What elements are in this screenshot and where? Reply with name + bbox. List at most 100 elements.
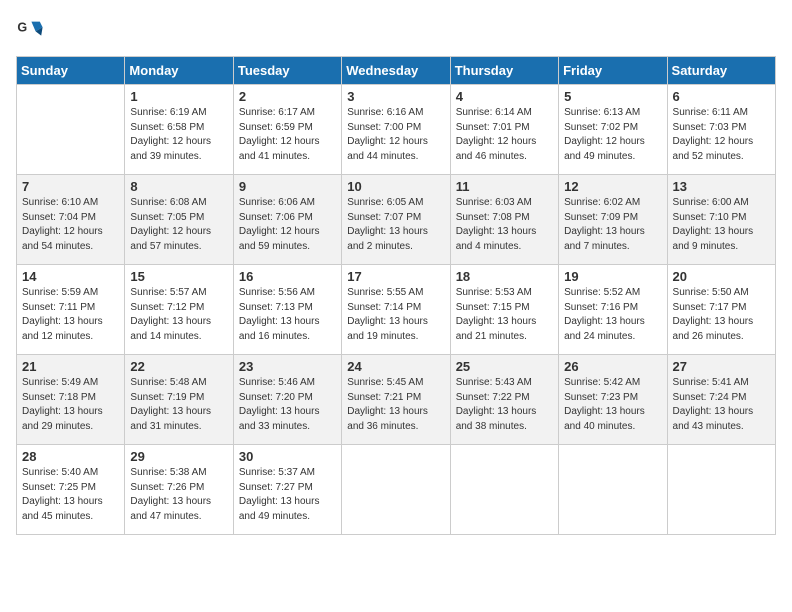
day-info: Sunrise: 5:43 AM Sunset: 7:22 PM Dayligh… xyxy=(456,376,553,434)
day-info: Sunrise: 5:56 AM Sunset: 7:13 PM Dayligh… xyxy=(239,286,336,344)
calendar-cell: 7Sunrise: 6:10 AM Sunset: 7:04 PM Daylig… xyxy=(17,175,125,265)
calendar-cell: 15Sunrise: 5:57 AM Sunset: 7:12 PM Dayli… xyxy=(125,265,233,355)
day-number: 5 xyxy=(564,89,661,104)
calendar-cell xyxy=(667,445,775,535)
calendar-cell xyxy=(559,445,667,535)
day-info: Sunrise: 5:45 AM Sunset: 7:21 PM Dayligh… xyxy=(347,376,444,434)
day-info: Sunrise: 5:52 AM Sunset: 7:16 PM Dayligh… xyxy=(564,286,661,344)
calendar-header-row: SundayMondayTuesdayWednesdayThursdayFrid… xyxy=(17,57,776,85)
calendar-week-row: 21 Sunrise: 5:49 AM Sunset: 7:18 PM Dayli… xyxy=(17,355,776,445)
calendar-cell: 14Sunrise: 5:59 AM Sunset: 7:11 PM Dayli… xyxy=(17,265,125,355)
day-info: Sunrise: 5:59 AM Sunset: 7:11 PM Dayligh… xyxy=(22,286,119,344)
day-info: Sunrise: 6:13 AM Sunset: 7:02 PM Dayligh… xyxy=(564,106,661,164)
day-number: 27 xyxy=(673,359,770,374)
day-info: Sunrise: 5:50 AM Sunset: 7:17 PM Dayligh… xyxy=(673,286,770,344)
day-number: 26 xyxy=(564,359,661,374)
day-number: 18 xyxy=(456,269,553,284)
col-header-sunday: Sunday xyxy=(17,57,125,85)
calendar-cell xyxy=(450,445,558,535)
day-number: 10 xyxy=(347,179,444,194)
col-header-friday: Friday xyxy=(559,57,667,85)
day-info: Sunrise: 5:55 AM Sunset: 7:14 PM Dayligh… xyxy=(347,286,444,344)
col-header-wednesday: Wednesday xyxy=(342,57,450,85)
calendar-cell: 30 Sunrise: 5:37 AM Sunset: 7:27 PM Dayli… xyxy=(233,445,341,535)
calendar-cell: 16 Sunrise: 5:56 AM Sunset: 7:13 PM Dayli… xyxy=(233,265,341,355)
day-info: Sunrise: 5:48 AM Sunset: 7:19 PM Dayligh… xyxy=(130,376,227,434)
day-info: Sunrise: 6:06 AM Sunset: 7:06 PM Dayligh… xyxy=(239,196,336,254)
calendar-week-row: 28 Sunrise: 5:40 AM Sunset: 7:25 PM Dayli… xyxy=(17,445,776,535)
calendar-cell: 29 Sunrise: 5:38 AM Sunset: 7:26 PM Dayli… xyxy=(125,445,233,535)
day-number: 13 xyxy=(673,179,770,194)
calendar-cell: 10 Sunrise: 6:05 AM Sunset: 7:07 PM Dayli… xyxy=(342,175,450,265)
day-info: Sunrise: 6:05 AM Sunset: 7:07 PM Dayligh… xyxy=(347,196,444,254)
day-number: 6 xyxy=(673,89,770,104)
calendar-body: 1 Sunrise: 6:19 AM Sunset: 6:58 PM Daylig… xyxy=(17,85,776,535)
day-info: Sunrise: 5:49 AM Sunset: 7:18 PM Dayligh… xyxy=(22,376,119,434)
day-info: Sunrise: 5:37 AM Sunset: 7:27 PM Dayligh… xyxy=(239,466,336,524)
calendar-cell: 9Sunrise: 6:06 AM Sunset: 7:06 PM Daylig… xyxy=(233,175,341,265)
calendar-cell: 25 Sunrise: 5:43 AM Sunset: 7:22 PM Dayli… xyxy=(450,355,558,445)
day-number: 2 xyxy=(239,89,336,104)
day-number: 19 xyxy=(564,269,661,284)
calendar-cell: 23 Sunrise: 5:46 AM Sunset: 7:20 PM Dayli… xyxy=(233,355,341,445)
calendar-cell: 6 Sunrise: 6:11 AM Sunset: 7:03 PM Daylig… xyxy=(667,85,775,175)
logo-icon: G xyxy=(16,16,44,44)
logo: G xyxy=(16,16,48,44)
day-number: 3 xyxy=(347,89,444,104)
calendar-table: SundayMondayTuesdayWednesdayThursdayFrid… xyxy=(16,56,776,535)
day-info: Sunrise: 6:14 AM Sunset: 7:01 PM Dayligh… xyxy=(456,106,553,164)
day-number: 1 xyxy=(130,89,227,104)
calendar-week-row: 7Sunrise: 6:10 AM Sunset: 7:04 PM Daylig… xyxy=(17,175,776,265)
day-number: 11 xyxy=(456,179,553,194)
day-info: Sunrise: 5:41 AM Sunset: 7:24 PM Dayligh… xyxy=(673,376,770,434)
calendar-cell: 26 Sunrise: 5:42 AM Sunset: 7:23 PM Dayli… xyxy=(559,355,667,445)
day-info: Sunrise: 5:46 AM Sunset: 7:20 PM Dayligh… xyxy=(239,376,336,434)
day-number: 24 xyxy=(347,359,444,374)
day-info: Sunrise: 6:16 AM Sunset: 7:00 PM Dayligh… xyxy=(347,106,444,164)
day-number: 17 xyxy=(347,269,444,284)
calendar-cell: 8Sunrise: 6:08 AM Sunset: 7:05 PM Daylig… xyxy=(125,175,233,265)
col-header-saturday: Saturday xyxy=(667,57,775,85)
day-info: Sunrise: 6:02 AM Sunset: 7:09 PM Dayligh… xyxy=(564,196,661,254)
col-header-monday: Monday xyxy=(125,57,233,85)
calendar-cell: 21 Sunrise: 5:49 AM Sunset: 7:18 PM Dayli… xyxy=(17,355,125,445)
day-info: Sunrise: 6:11 AM Sunset: 7:03 PM Dayligh… xyxy=(673,106,770,164)
calendar-cell: 11 Sunrise: 6:03 AM Sunset: 7:08 PM Dayli… xyxy=(450,175,558,265)
day-number: 29 xyxy=(130,449,227,464)
col-header-tuesday: Tuesday xyxy=(233,57,341,85)
calendar-cell: 20Sunrise: 5:50 AM Sunset: 7:17 PM Dayli… xyxy=(667,265,775,355)
day-number: 22 xyxy=(130,359,227,374)
calendar-cell: 22 Sunrise: 5:48 AM Sunset: 7:19 PM Dayli… xyxy=(125,355,233,445)
day-number: 30 xyxy=(239,449,336,464)
day-number: 7 xyxy=(22,179,119,194)
calendar-cell: 5 Sunrise: 6:13 AM Sunset: 7:02 PM Daylig… xyxy=(559,85,667,175)
day-info: Sunrise: 5:42 AM Sunset: 7:23 PM Dayligh… xyxy=(564,376,661,434)
calendar-cell: 13Sunrise: 6:00 AM Sunset: 7:10 PM Dayli… xyxy=(667,175,775,265)
calendar-cell: 24 Sunrise: 5:45 AM Sunset: 7:21 PM Dayli… xyxy=(342,355,450,445)
day-info: Sunrise: 5:40 AM Sunset: 7:25 PM Dayligh… xyxy=(22,466,119,524)
day-info: Sunrise: 6:17 AM Sunset: 6:59 PM Dayligh… xyxy=(239,106,336,164)
day-info: Sunrise: 6:08 AM Sunset: 7:05 PM Dayligh… xyxy=(130,196,227,254)
calendar-cell: 12 Sunrise: 6:02 AM Sunset: 7:09 PM Dayli… xyxy=(559,175,667,265)
calendar-cell xyxy=(342,445,450,535)
day-info: Sunrise: 6:19 AM Sunset: 6:58 PM Dayligh… xyxy=(130,106,227,164)
day-number: 23 xyxy=(239,359,336,374)
svg-text:G: G xyxy=(17,20,27,34)
day-info: Sunrise: 5:38 AM Sunset: 7:26 PM Dayligh… xyxy=(130,466,227,524)
calendar-week-row: 14Sunrise: 5:59 AM Sunset: 7:11 PM Dayli… xyxy=(17,265,776,355)
day-info: Sunrise: 6:03 AM Sunset: 7:08 PM Dayligh… xyxy=(456,196,553,254)
day-number: 28 xyxy=(22,449,119,464)
day-number: 16 xyxy=(239,269,336,284)
calendar-cell: 3 Sunrise: 6:16 AM Sunset: 7:00 PM Daylig… xyxy=(342,85,450,175)
day-number: 25 xyxy=(456,359,553,374)
calendar-cell: 27 Sunrise: 5:41 AM Sunset: 7:24 PM Dayli… xyxy=(667,355,775,445)
calendar-cell: 28 Sunrise: 5:40 AM Sunset: 7:25 PM Dayli… xyxy=(17,445,125,535)
calendar-cell: 2 Sunrise: 6:17 AM Sunset: 6:59 PM Daylig… xyxy=(233,85,341,175)
col-header-thursday: Thursday xyxy=(450,57,558,85)
calendar-cell: 1 Sunrise: 6:19 AM Sunset: 6:58 PM Daylig… xyxy=(125,85,233,175)
day-number: 21 xyxy=(22,359,119,374)
calendar-cell: 17 Sunrise: 5:55 AM Sunset: 7:14 PM Dayli… xyxy=(342,265,450,355)
day-number: 12 xyxy=(564,179,661,194)
calendar-cell xyxy=(17,85,125,175)
day-number: 15 xyxy=(130,269,227,284)
